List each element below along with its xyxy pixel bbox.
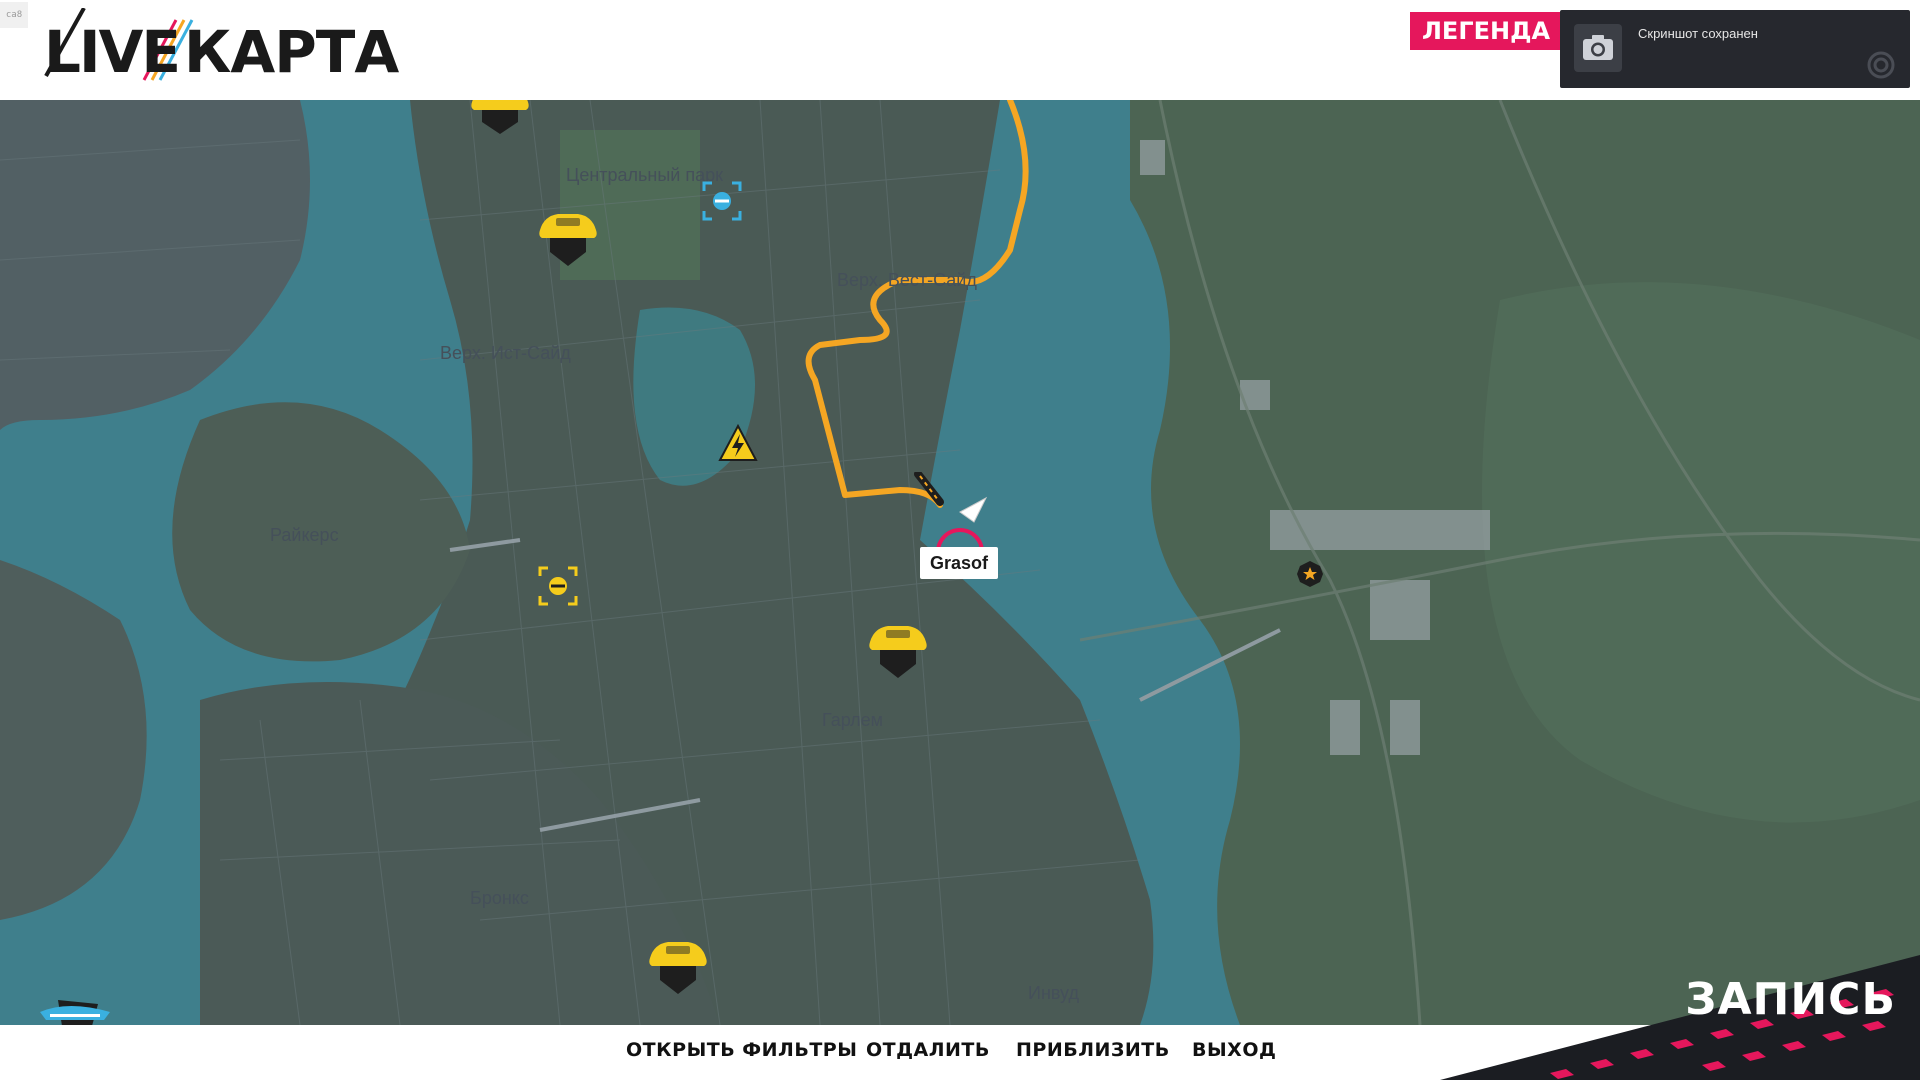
car-icon[interactable]: [468, 100, 532, 146]
player-name-tag: Grasof: [920, 547, 999, 579]
star-icon[interactable]: [1296, 560, 1324, 592]
screenshot-saved-toast: Скриншот сохранен: [1560, 10, 1910, 88]
exit-button[interactable]: ВЫХОД: [1192, 1039, 1276, 1061]
zoom-out-button[interactable]: ОТДАЛИТЬ: [866, 1039, 990, 1061]
toast-message: Скриншот сохранен: [1638, 26, 1758, 41]
fps-counter: ca8: [0, 2, 28, 28]
open-filters-button[interactable]: ОТКРЫТЬ ФИЛЬТРЫ: [626, 1039, 857, 1061]
camera-icon: [1574, 24, 1622, 72]
car-icon[interactable]: [646, 936, 710, 1002]
district-label-inwood: Инвуд: [1028, 983, 1079, 1003]
logo-map-text: КАРТА: [184, 18, 399, 86]
district-label-upper-west-side: Верх. Вест-Сайд: [837, 270, 977, 290]
livekarta-logo: LIVE КАРТА: [44, 8, 399, 88]
district-label-bronx: Бронкс: [470, 888, 529, 908]
district-label-central-park: Центральный парк: [566, 165, 723, 185]
city-map[interactable]: Центральный парк Верх. Вест-Сайд Верх. И…: [0, 100, 1920, 1025]
recording-label: ЗАПИСЬ: [1685, 974, 1896, 1025]
district-label-upper-east-side: Верх. Ист-Сайд: [440, 343, 571, 363]
target-icon[interactable]: [538, 566, 578, 610]
player-vehicle-marker: [914, 470, 994, 576]
zoom-in-button[interactable]: ПРИБЛИЗИТЬ: [1016, 1039, 1170, 1061]
screen: ca8 LIVE КАРТА ЛЕГЕНДА 15 Скриншот: [0, 0, 1920, 1080]
legend-rank-badge: ЛЕГЕНДА 15: [1410, 12, 1560, 50]
target-icon[interactable]: [702, 181, 742, 225]
boat-icon[interactable]: [38, 990, 114, 1025]
car-icon[interactable]: [536, 208, 600, 274]
ubisoft-swirl-icon: [1867, 51, 1895, 79]
top-bar: ca8 LIVE КАРТА ЛЕГЕНДА 15 Скриншот: [0, 0, 1920, 100]
car-icon[interactable]: [866, 620, 930, 686]
district-label-harlem: Гарлем: [822, 710, 884, 730]
logo-live-text: LIVE: [44, 18, 181, 86]
lightning-icon[interactable]: [718, 423, 758, 468]
district-label-rikers: Райкерс: [270, 525, 339, 545]
